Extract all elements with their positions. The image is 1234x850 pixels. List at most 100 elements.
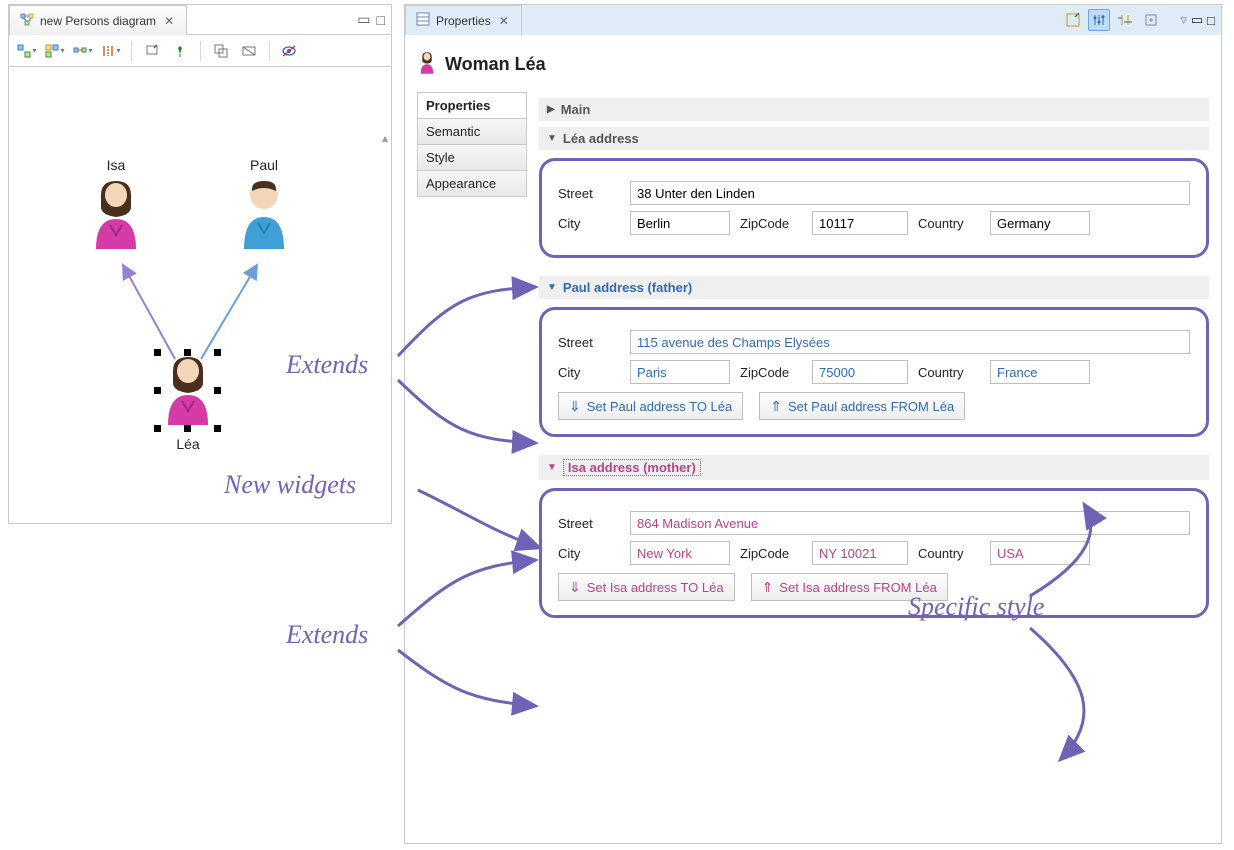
- city-label: City: [558, 365, 620, 380]
- zoom-fit-button[interactable]: [237, 39, 261, 63]
- node-label: Léa: [143, 436, 233, 452]
- annotation-extends-2: Extends: [286, 620, 368, 650]
- maximize-view-icon[interactable]: □: [1207, 13, 1215, 28]
- lea-city-input[interactable]: [630, 211, 730, 235]
- restore-defaults-button[interactable]: [1114, 9, 1136, 31]
- minimize-view-icon[interactable]: ▭: [1191, 12, 1203, 28]
- diagram-tab[interactable]: new Persons diagram ✕: [9, 5, 187, 35]
- section-title: Isa address (mother): [563, 459, 701, 476]
- select-all-button[interactable]: ▾: [43, 39, 67, 63]
- section-lea-header[interactable]: ▼ Léa address: [539, 127, 1209, 150]
- set-paul-from-lea-button[interactable]: ⇑ Set Paul address FROM Léa: [759, 392, 965, 420]
- diagram-node-lea[interactable]: Léa: [143, 353, 233, 452]
- properties-icon: [416, 12, 430, 29]
- isa-street-input[interactable]: [630, 511, 1190, 535]
- chevron-right-icon: ▶: [547, 104, 555, 115]
- arrow-up-icon: ⇑: [762, 579, 774, 596]
- diagram-canvas[interactable]: ▴ Isa Paul: [9, 67, 391, 523]
- side-tab-properties[interactable]: Properties: [417, 92, 527, 119]
- diagram-node-isa[interactable]: Isa: [71, 157, 161, 256]
- city-label: City: [558, 546, 620, 561]
- section-isa-body: Street City ZipCode Country ⇓ Set Isa add…: [539, 488, 1209, 618]
- properties-view-pane: Properties ✕ ▿ ▭ □ Woman Léa Properties …: [404, 4, 1222, 844]
- view-menu-icon[interactable]: ▿: [1180, 12, 1187, 28]
- woman-icon: [86, 177, 146, 253]
- arrow-up-icon: ⇑: [770, 398, 782, 415]
- close-icon[interactable]: ✕: [162, 14, 176, 28]
- properties-tab-label: Properties: [436, 14, 491, 28]
- object-title: Woman Léa: [445, 54, 546, 75]
- unpin-button[interactable]: [168, 39, 192, 63]
- isa-city-input[interactable]: [630, 541, 730, 565]
- chevron-down-icon: ▼: [547, 462, 557, 473]
- lea-country-input[interactable]: [990, 211, 1090, 235]
- diagram-icon: [20, 12, 34, 29]
- diagram-node-paul[interactable]: Paul: [219, 157, 309, 256]
- section-title: Main: [561, 102, 591, 117]
- set-isa-to-lea-button[interactable]: ⇓ Set Isa address TO Léa: [558, 573, 735, 601]
- diagram-editor-pane: new Persons diagram ✕ ▭ □ ▾ ▾ ▾ ▾ ▴ Isa: [8, 4, 392, 524]
- paul-country-input[interactable]: [990, 360, 1090, 384]
- minimize-view-icon[interactable]: ▭: [357, 11, 370, 28]
- section-paul-header[interactable]: ▼ Paul address (father): [539, 276, 1209, 299]
- section-lea-body: Street City ZipCode Country: [539, 158, 1209, 258]
- layer-visibility-button[interactable]: [278, 39, 302, 63]
- street-label: Street: [558, 335, 620, 350]
- set-paul-to-lea-button[interactable]: ⇓ Set Paul address TO Léa: [558, 392, 743, 420]
- node-label: Paul: [219, 157, 309, 173]
- button-label: Set Paul address FROM Léa: [788, 399, 954, 414]
- side-tab-appearance[interactable]: Appearance: [417, 170, 527, 197]
- refresh-button[interactable]: ▾: [71, 39, 95, 63]
- isa-country-input[interactable]: [990, 541, 1090, 565]
- country-label: Country: [918, 365, 980, 380]
- button-label: Set Paul address TO Léa: [587, 399, 733, 414]
- arrow-down-icon: ⇓: [569, 579, 581, 596]
- arrow-down-icon: ⇓: [569, 398, 581, 415]
- section-isa-header[interactable]: ▼ Isa address (mother): [539, 455, 1209, 480]
- section-main-header[interactable]: ▶ Main: [539, 98, 1209, 121]
- layers-button[interactable]: ▾: [99, 39, 123, 63]
- show-categories-button[interactable]: [1062, 9, 1084, 31]
- pin-properties-button[interactable]: [1140, 9, 1162, 31]
- button-label: Set Isa address TO Léa: [587, 580, 724, 595]
- chevron-down-icon: ▼: [547, 282, 557, 293]
- woman-icon: [417, 51, 437, 78]
- pin-button[interactable]: [140, 39, 164, 63]
- node-label: Isa: [71, 157, 161, 173]
- side-tab-semantic[interactable]: Semantic: [417, 118, 527, 145]
- zoom-in-button[interactable]: [209, 39, 233, 63]
- woman-icon: [158, 353, 218, 429]
- diagram-toolbar: ▾ ▾ ▾ ▾: [9, 35, 391, 67]
- paul-zip-input[interactable]: [812, 360, 908, 384]
- chevron-down-icon: ▼: [547, 133, 557, 144]
- street-label: Street: [558, 186, 620, 201]
- zip-label: ZipCode: [740, 365, 802, 380]
- city-label: City: [558, 216, 620, 231]
- connector-lines: [9, 67, 391, 523]
- paul-street-input[interactable]: [630, 330, 1190, 354]
- show-advanced-button[interactable]: [1088, 9, 1110, 31]
- set-isa-from-lea-button[interactable]: ⇑ Set Isa address FROM Léa: [751, 573, 948, 601]
- scroll-up-icon[interactable]: ▴: [382, 131, 388, 145]
- lea-street-input[interactable]: [630, 181, 1190, 205]
- zip-label: ZipCode: [740, 546, 802, 561]
- properties-tab[interactable]: Properties ✕: [405, 5, 522, 35]
- maximize-view-icon[interactable]: □: [377, 12, 385, 28]
- zip-label: ZipCode: [740, 216, 802, 231]
- paul-city-input[interactable]: [630, 360, 730, 384]
- arrange-all-button[interactable]: ▾: [15, 39, 39, 63]
- button-label: Set Isa address FROM Léa: [779, 580, 937, 595]
- side-tab-style[interactable]: Style: [417, 144, 527, 171]
- lea-zip-input[interactable]: [812, 211, 908, 235]
- section-title: Léa address: [563, 131, 639, 146]
- close-icon[interactable]: ✕: [497, 14, 511, 28]
- section-paul-body: Street City ZipCode Country ⇓ Set Paul ad…: [539, 307, 1209, 437]
- diagram-tab-label: new Persons diagram: [40, 14, 156, 28]
- section-title: Paul address (father): [563, 280, 692, 295]
- country-label: Country: [918, 216, 980, 231]
- properties-side-tabs: Properties Semantic Style Appearance: [417, 92, 527, 636]
- man-icon: [234, 177, 294, 253]
- street-label: Street: [558, 516, 620, 531]
- isa-zip-input[interactable]: [812, 541, 908, 565]
- country-label: Country: [918, 546, 980, 561]
